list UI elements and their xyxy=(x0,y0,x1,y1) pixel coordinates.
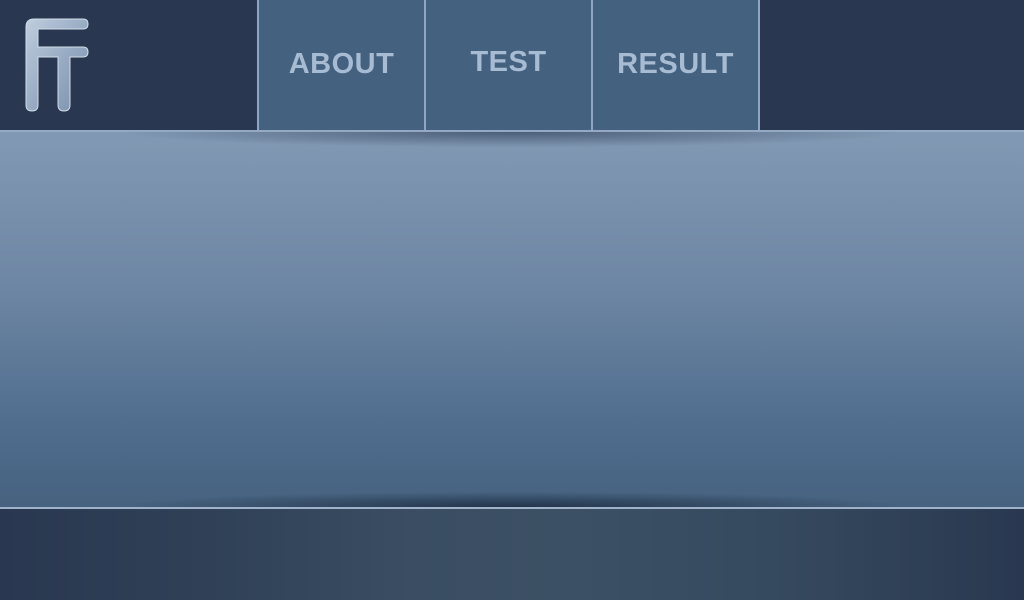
tab-test-label: TEST xyxy=(470,46,547,78)
tab-result[interactable]: RESULT xyxy=(593,0,760,131)
tab-result-label: RESULT xyxy=(617,48,734,80)
footer-bar xyxy=(0,509,1024,600)
tab-about-label: ABOUT xyxy=(288,48,395,80)
main-nav: ABOUT TEST RESULT xyxy=(257,0,760,131)
tab-about[interactable]: ABOUT xyxy=(259,0,426,131)
ft-logo-icon[interactable] xyxy=(22,17,92,113)
content-panel xyxy=(0,132,1024,507)
tab-test[interactable]: TEST xyxy=(426,0,593,131)
header-bar: ABOUT TEST RESULT xyxy=(0,0,1024,131)
content-top-shadow xyxy=(0,132,1024,154)
app-window: ABOUT TEST RESULT xyxy=(0,0,1024,600)
content-bottom-shadow xyxy=(0,485,1024,507)
